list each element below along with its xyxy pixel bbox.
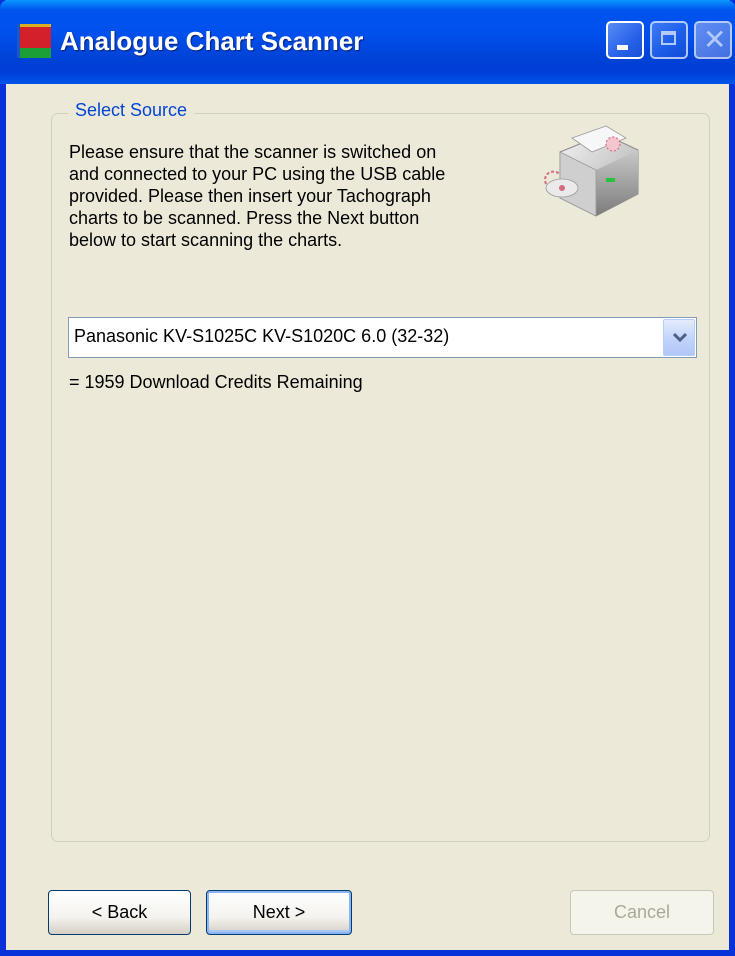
cancel-button[interactable]: Cancel [570, 890, 714, 935]
minimize-icon [617, 45, 628, 50]
maximize-icon [661, 31, 676, 45]
credits-remaining: = 1959 Download Credits Remaining [69, 372, 363, 392]
minimize-button[interactable] [606, 21, 644, 59]
close-icon: ✕ [703, 23, 727, 56]
back-button[interactable]: < Back [48, 890, 191, 935]
scanner-icon [544, 125, 639, 217]
title-bar[interactable]: Analogue Chart Scanner ✕ [0, 0, 735, 84]
close-button[interactable]: ✕ [694, 21, 732, 59]
maximize-button[interactable] [650, 21, 688, 59]
instructions-text: Please ensure that the scanner is switch… [69, 141, 539, 251]
selected-scanner: Panasonic KV-S1025C KV-S1020C 6.0 (32-32… [74, 326, 450, 346]
instruction-line: Please ensure that the scanner is switch… [69, 142, 437, 162]
instruction-line: charts to be scanned. Press the Next but… [69, 208, 420, 228]
instruction-line: provided. Please then insert your Tachog… [69, 186, 431, 206]
dropdown-button[interactable] [663, 319, 695, 356]
scanner-source-select[interactable]: Panasonic KV-S1025C KV-S1020C 6.0 (32-32… [68, 317, 697, 358]
next-button[interactable]: Next > [206, 890, 352, 935]
instruction-line: and connected to your PC using the USB c… [69, 164, 446, 184]
group-legend: Select Source [68, 100, 195, 121]
chevron-down-icon [673, 333, 687, 343]
instruction-line: below to start scanning the charts. [69, 230, 343, 250]
app-chart-icon [17, 24, 51, 58]
window-title: Analogue Chart Scanner [60, 26, 364, 56]
